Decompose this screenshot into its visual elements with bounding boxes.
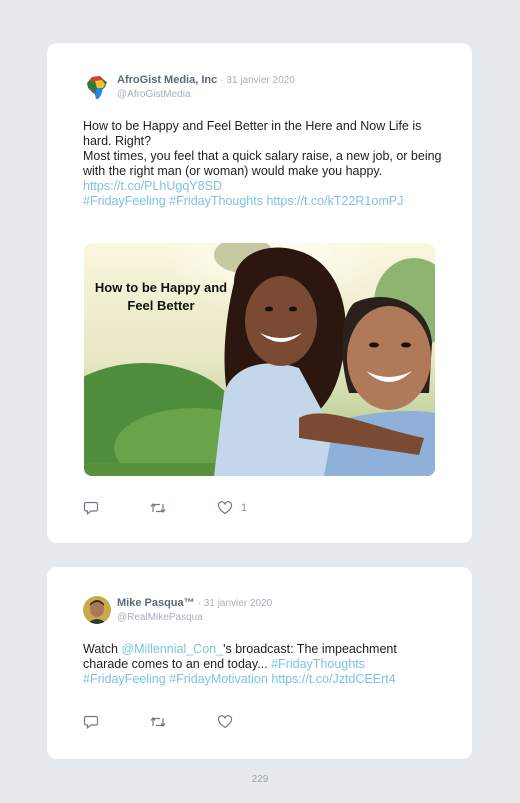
- author-name[interactable]: Mike Pasqua™: [117, 597, 195, 609]
- tweet-header: Mike Pasqua™ · 31 janvier 2020 @RealMike…: [83, 596, 272, 624]
- hashtag-link[interactable]: #FridayThoughts: [169, 194, 263, 208]
- tweet-actions: 1: [83, 501, 297, 515]
- page-number: 229: [251, 774, 269, 785]
- tweet-link[interactable]: https://t.co/kT22R1omPJ: [266, 194, 403, 208]
- like-button[interactable]: 1: [217, 501, 247, 515]
- retweet-icon: [150, 717, 166, 727]
- tweet-card-mike-pasqua: Mike Pasqua™ · 31 janvier 2020 @RealMike…: [47, 567, 472, 759]
- retweet-button[interactable]: [149, 501, 167, 515]
- hashtag-link[interactable]: #FridayFeeling: [83, 672, 166, 686]
- tweet-text: Watch @Millennial_Con_'s broadcast: The …: [83, 642, 443, 687]
- hashtag-link[interactable]: #FridayMotivation: [169, 672, 268, 686]
- hashtag-link[interactable]: #FridayThoughts: [271, 657, 365, 671]
- media-caption: How to be Happy and Feel Better: [94, 280, 228, 313]
- author-name[interactable]: AfroGist Media, Inc: [117, 74, 217, 86]
- reply-button[interactable]: [83, 501, 99, 515]
- retweet-button[interactable]: [149, 715, 167, 729]
- hashtag-link[interactable]: #FridayFeeling: [83, 194, 166, 208]
- reply-button[interactable]: [83, 715, 99, 729]
- tweet-actions: [83, 715, 283, 729]
- tweet-card-afrogist: AfroGist Media, Inc · 31 janvier 2020 @A…: [47, 43, 472, 543]
- tweet-link[interactable]: https://t.co/JztdCEErt4: [271, 672, 395, 686]
- tweet-text-segment: Watch: [83, 642, 122, 656]
- tweet-date[interactable]: · 31 janvier 2020: [198, 598, 273, 609]
- tweet-link[interactable]: https://t.co/PLhUgqY8SD: [83, 179, 222, 193]
- reply-icon: [83, 501, 99, 515]
- author-handle[interactable]: @AfroGistMedia: [117, 88, 295, 101]
- heart-icon: [217, 501, 233, 515]
- retweet-icon: [150, 503, 166, 513]
- tweet-media-image[interactable]: How to be Happy and Feel Better: [84, 243, 435, 476]
- author-handle[interactable]: @RealMikePasqua: [117, 611, 272, 624]
- reply-icon: [83, 715, 99, 729]
- like-count: 1: [241, 502, 248, 514]
- tweet-date[interactable]: · 31 janvier 2020: [220, 75, 295, 86]
- tweet-text-line: How to be Happy and Feel Better in the H…: [83, 119, 422, 148]
- heart-icon: [217, 715, 233, 729]
- mention-link[interactable]: @Millennial_Con_: [121, 642, 223, 656]
- avatar[interactable]: [83, 596, 111, 624]
- avatar[interactable]: [83, 73, 111, 101]
- couple-photo: [84, 243, 435, 476]
- tweet-text-line: Most times, you feel that a quick salary…: [83, 149, 442, 178]
- tweet-text: How to be Happy and Feel Better in the H…: [83, 119, 443, 209]
- tweet-header: AfroGist Media, Inc · 31 janvier 2020 @A…: [83, 73, 295, 101]
- like-button[interactable]: [217, 715, 233, 729]
